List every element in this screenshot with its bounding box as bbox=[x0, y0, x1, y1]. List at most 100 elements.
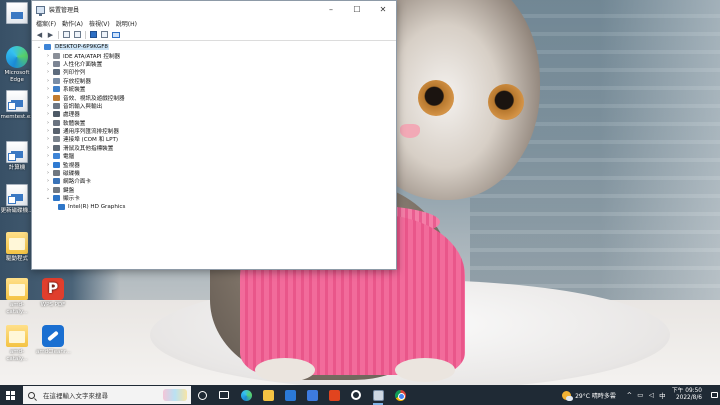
device-manager-window[interactable]: 裝置管理員 – ☐ ✕ 檔案(F) 動作(A) 檢視(V) 說明(H) ◀ ▶ … bbox=[31, 0, 397, 270]
taskbar-chrome[interactable] bbox=[389, 385, 411, 405]
expander-icon[interactable]: › bbox=[45, 170, 51, 176]
expander-icon[interactable]: › bbox=[45, 136, 51, 142]
desktop-icon[interactable]: 計算機 bbox=[0, 141, 34, 172]
expander-icon[interactable]: › bbox=[45, 86, 51, 92]
help-icon[interactable] bbox=[89, 30, 98, 39]
taskbar-office[interactable] bbox=[323, 385, 345, 405]
computer-icon bbox=[44, 44, 51, 51]
menu-bar: 檔案(F) 動作(A) 檢視(V) 說明(H) bbox=[32, 18, 396, 29]
tree-category[interactable]: › 存放控制器 bbox=[32, 77, 396, 85]
taskbar-device-manager[interactable] bbox=[367, 385, 389, 405]
grid-view-icon[interactable] bbox=[100, 30, 109, 39]
task-view-button[interactable] bbox=[213, 385, 235, 405]
tree-category[interactable]: › 鍵盤 bbox=[32, 186, 396, 194]
tree-root-label: DESKTOP-6P9KGF8 bbox=[54, 44, 109, 51]
tree-category[interactable]: › 系統裝置 bbox=[32, 85, 396, 93]
expander-icon[interactable]: › bbox=[45, 103, 51, 109]
tree-category[interactable]: › 磁碟機 bbox=[32, 169, 396, 177]
tree-category[interactable]: › 人性化介面裝置 bbox=[32, 60, 396, 68]
tree-category[interactable]: › 監視器 bbox=[32, 160, 396, 169]
partly-cloudy-icon bbox=[562, 390, 574, 401]
taskbar-mail[interactable] bbox=[279, 385, 301, 405]
cortana-button[interactable] bbox=[191, 385, 213, 405]
desktop-icon[interactable]: amdCleanr... bbox=[36, 325, 71, 356]
expander-icon[interactable]: › bbox=[45, 95, 51, 101]
desktop-icon[interactable]: 驅動程式 bbox=[0, 232, 34, 263]
menu-view[interactable]: 檢視(V) bbox=[89, 19, 110, 28]
desktop-icon[interactable]: amd-cataly... bbox=[0, 325, 34, 362]
start-button[interactable] bbox=[0, 385, 20, 405]
tree-category[interactable]: › 電腦 bbox=[32, 152, 396, 160]
taskbar-settings[interactable] bbox=[345, 385, 367, 405]
ime-indicator[interactable]: 中 bbox=[657, 385, 668, 405]
expander-icon[interactable]: › bbox=[45, 187, 51, 193]
tree-device-label: Intel(R) HD Graphics bbox=[68, 203, 126, 210]
device-category-icon bbox=[53, 161, 60, 168]
taskbar-search-box[interactable]: 在這裡輸入文字來搜尋 bbox=[23, 386, 191, 404]
device-category-icon bbox=[53, 77, 60, 84]
tree-root[interactable]: ⌄ DESKTOP-6P9KGF8 bbox=[32, 43, 396, 51]
menu-file[interactable]: 檔案(F) bbox=[36, 19, 56, 28]
expander-icon[interactable]: › bbox=[45, 61, 51, 67]
tree-category[interactable]: ⌄ 顯示卡 bbox=[32, 194, 396, 202]
minimize-button[interactable]: – bbox=[318, 1, 344, 18]
taskbar-edge[interactable] bbox=[235, 385, 257, 405]
expander-icon[interactable]: › bbox=[45, 120, 51, 126]
menu-action[interactable]: 動作(A) bbox=[62, 19, 83, 28]
clock[interactable]: 下午 09:50 2022/8/6 bbox=[672, 388, 702, 403]
scan-hardware-icon[interactable] bbox=[111, 30, 120, 39]
expander-icon[interactable]: › bbox=[45, 53, 51, 59]
desktop-icon-label: amdCleanr... bbox=[36, 349, 71, 355]
notification-center-button[interactable] bbox=[708, 385, 720, 405]
expander-icon[interactable]: › bbox=[45, 145, 51, 151]
tree-category[interactable]: › 連接埠 (COM 和 LPT) bbox=[32, 135, 396, 143]
expander-icon[interactable]: › bbox=[45, 128, 51, 134]
expander-icon[interactable]: › bbox=[45, 178, 51, 184]
tree-category[interactable]: › 音效、視訊及遊戲控制器 bbox=[32, 93, 396, 102]
tree-device[interactable]: Intel(R) HD Graphics bbox=[32, 202, 396, 210]
tool-icon bbox=[42, 325, 64, 347]
close-button[interactable]: ✕ bbox=[370, 1, 396, 18]
taskbar-file-explorer[interactable] bbox=[257, 385, 279, 405]
desktop-icon[interactable]: P WPS PDF bbox=[36, 278, 70, 309]
folder-icon bbox=[6, 278, 28, 300]
forward-arrow-icon[interactable]: ▶ bbox=[46, 30, 55, 39]
menu-help[interactable]: 說明(H) bbox=[116, 19, 137, 28]
expander-icon[interactable]: › bbox=[45, 78, 51, 84]
expander-icon[interactable]: › bbox=[45, 153, 51, 159]
tree-category-label: 軟體裝置 bbox=[63, 120, 86, 127]
expander-icon[interactable]: › bbox=[45, 111, 51, 117]
network-icon[interactable]: ▭ bbox=[635, 385, 646, 405]
show-hidden-icons-button[interactable]: ^ bbox=[624, 385, 635, 405]
desktop-icon[interactable]: amd-cataly... bbox=[0, 278, 34, 315]
tree-category[interactable]: › 滑鼠及其他指標裝置 bbox=[32, 144, 396, 152]
back-arrow-icon[interactable]: ◀ bbox=[35, 30, 44, 39]
store-icon bbox=[306, 389, 318, 401]
taskbar-store[interactable] bbox=[301, 385, 323, 405]
desktop-icon-label: memtest.ex bbox=[0, 114, 34, 120]
desktop-icon[interactable]: Microsoft Edge bbox=[0, 46, 34, 83]
volume-icon[interactable]: ◁ bbox=[646, 385, 657, 405]
tree-category[interactable]: › 軟體裝置 bbox=[32, 119, 396, 127]
tree-category[interactable]: › 音訊輸入與輸出 bbox=[32, 102, 396, 110]
expander-icon[interactable]: ⌄ bbox=[36, 44, 42, 50]
weather-widget[interactable]: 29°C 晴時多雲 bbox=[562, 390, 616, 401]
task-view-icon bbox=[219, 391, 229, 399]
tree-category[interactable]: › 處理器 bbox=[32, 110, 396, 118]
desktop-icon[interactable] bbox=[0, 2, 34, 26]
tree-category[interactable]: › 列印佇列 bbox=[32, 68, 396, 76]
expander-icon[interactable]: › bbox=[45, 162, 51, 168]
expander-icon[interactable]: ⌄ bbox=[45, 195, 51, 201]
device-tree[interactable]: ⌄ DESKTOP-6P9KGF8 › IDE ATA/ATAPI 控制器 › 人性化… bbox=[32, 42, 396, 269]
tree-category[interactable]: › 網路介面卡 bbox=[32, 177, 396, 185]
properties-icon[interactable] bbox=[62, 30, 71, 39]
maximize-button[interactable]: ☐ bbox=[344, 1, 370, 18]
desktop-icon[interactable]: memtest.ex bbox=[0, 90, 34, 121]
title-bar[interactable]: 裝置管理員 – ☐ ✕ bbox=[32, 1, 396, 18]
tree-category[interactable]: › IDE ATA/ATAPI 控制器 bbox=[32, 51, 396, 60]
window-title: 裝置管理員 bbox=[49, 7, 80, 14]
desktop-icon[interactable]: 更新磁碟機... bbox=[0, 184, 34, 215]
expander-icon[interactable]: › bbox=[45, 69, 51, 75]
list-view-icon[interactable] bbox=[73, 30, 82, 39]
tree-category[interactable]: › 通用序列匯流排控制器 bbox=[32, 127, 396, 135]
